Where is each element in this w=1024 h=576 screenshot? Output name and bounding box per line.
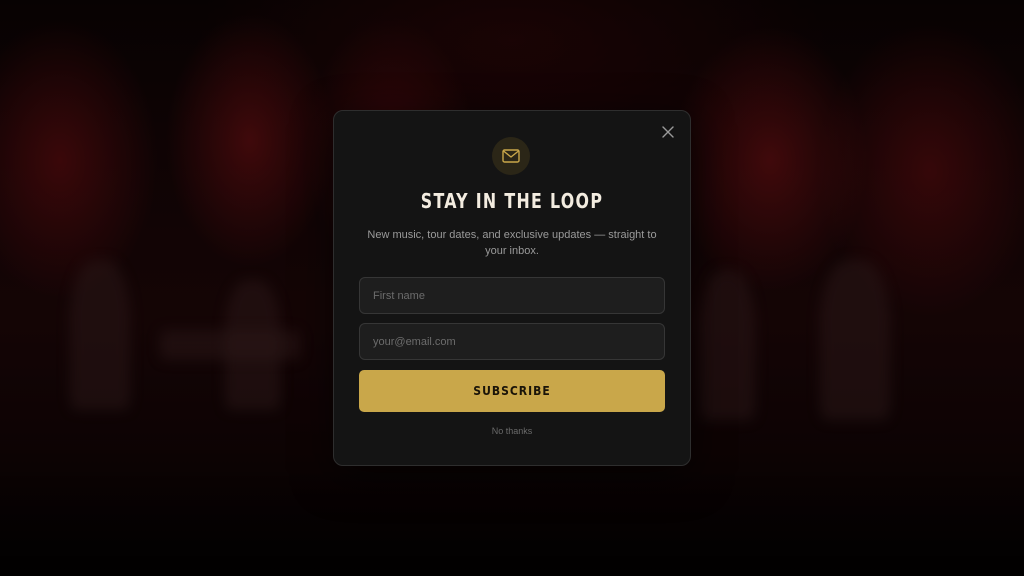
close-icon: [662, 126, 674, 138]
email-input[interactable]: [359, 323, 665, 360]
subscribe-button[interactable]: SUBSCRIBE: [359, 370, 665, 412]
modal-title: STAY IN THE LOOP: [420, 189, 604, 213]
concert-background: STAY IN THE LOOP New music, tour dates, …: [0, 0, 1024, 576]
no-thanks-link[interactable]: No thanks: [334, 426, 690, 436]
first-name-input[interactable]: [359, 277, 665, 314]
envelope-icon-badge: [492, 137, 530, 175]
envelope-icon: [502, 149, 520, 163]
close-button[interactable]: [659, 123, 677, 141]
modal-subtitle: New music, tour dates, and exclusive upd…: [367, 229, 657, 257]
newsletter-modal: STAY IN THE LOOP New music, tour dates, …: [333, 110, 691, 466]
